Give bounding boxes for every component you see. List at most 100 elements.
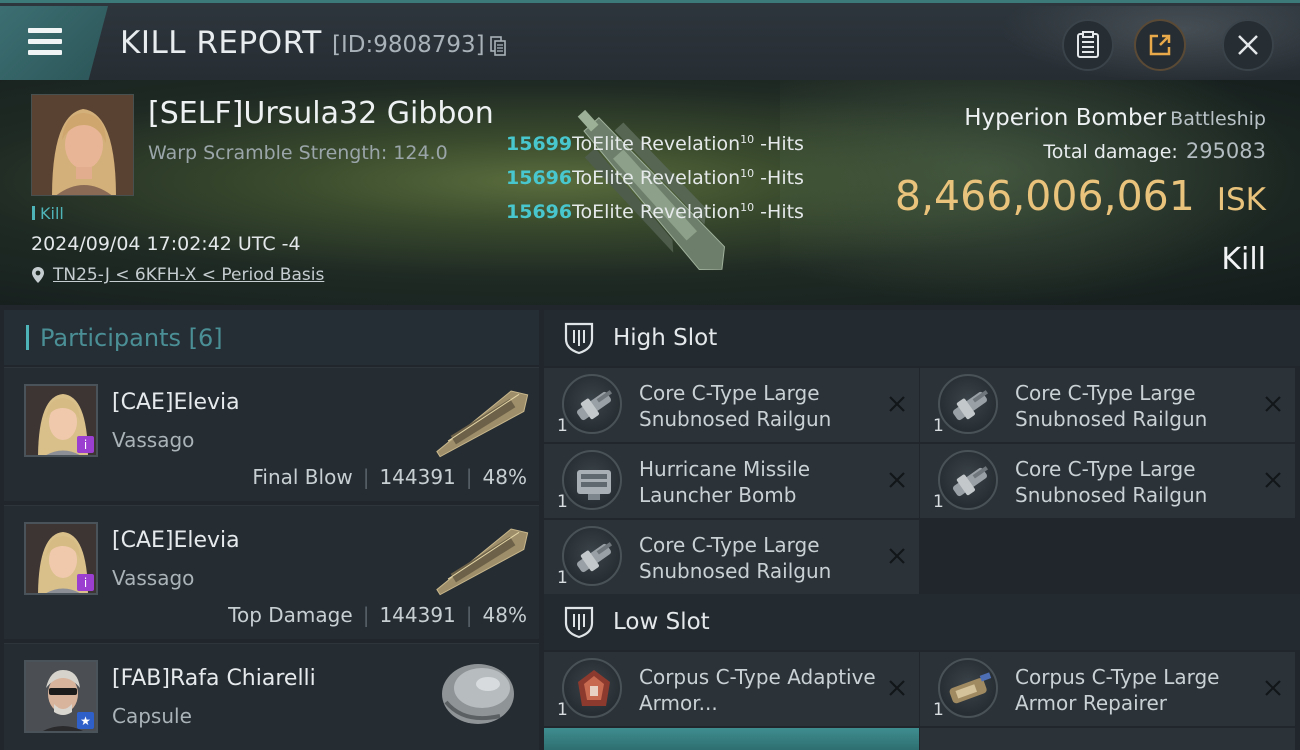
hit-row: 15699ToElite Revelation10 -Hits (506, 125, 804, 159)
hit-source: ToElite Revelation (572, 133, 741, 155)
timestamp: 2024/09/04 17:02:42 UTC -4 (31, 233, 301, 255)
star-badge-icon: ★ (77, 712, 94, 729)
close-button[interactable] (1222, 19, 1274, 71)
menu-icon-bar (28, 39, 62, 44)
participants-header: Participants [6] (4, 310, 539, 365)
copy-icon[interactable] (490, 36, 506, 56)
victim-portrait[interactable] (31, 94, 134, 196)
capsule-icon (442, 664, 514, 724)
isk-unit: ISK (1216, 182, 1266, 218)
top-bar: KILL REPORT [ID:9808793] (0, 0, 1300, 83)
missile-launcher-image (577, 470, 611, 500)
hit-level: 10 (740, 201, 755, 214)
shield-icon (564, 322, 594, 355)
participant-ship: Capsule (112, 704, 192, 728)
avatar[interactable]: i (24, 522, 98, 595)
destroyed-x-icon (889, 472, 905, 488)
module-quantity: 1 (933, 416, 944, 436)
hit-suffix: -Hits (754, 133, 804, 155)
hit-level: 10 (740, 167, 755, 180)
location-pin-icon (32, 267, 44, 283)
close-icon (1238, 35, 1258, 55)
hit-damage: 15699 (506, 133, 573, 155)
stats-divider: | (362, 603, 370, 627)
railgun-icon (938, 450, 998, 510)
module-item-partial[interactable] (544, 728, 919, 750)
stats-divider: | (362, 465, 370, 489)
destroyed-x-icon (889, 396, 905, 412)
module-item[interactable]: 1 Corpus C-Type Adaptive Armor... (544, 652, 919, 726)
module-item[interactable]: 1 Core C-Type Large Snubnosed Railgun (544, 368, 919, 442)
module-item-partial[interactable] (920, 728, 1295, 750)
low-slot-header: Low Slot (544, 594, 1300, 650)
railgun-image (952, 466, 989, 497)
participant-card[interactable]: ★ [FAB]Rafa Chiarelli Capsule (4, 643, 539, 750)
stats-divider: | (465, 603, 473, 627)
railgun-icon (938, 374, 998, 434)
module-name: Hurricane Missile Launcher Bomb (639, 457, 811, 507)
destroyed-x-icon (1265, 680, 1281, 696)
destroyed-x-icon (889, 680, 905, 696)
participant-name: [FAB]Rafa Chiarelli (112, 666, 316, 691)
corp-badge-icon: i (77, 574, 94, 591)
participant-role: Final Blow (252, 465, 353, 489)
hit-suffix: -Hits (754, 201, 804, 223)
top-hits-list: 15699ToElite Revelation10 -Hits 15696ToE… (506, 125, 804, 227)
ship-name: Hyperion Bomber (964, 105, 1167, 131)
hit-source: ToElite Revelation (572, 201, 741, 223)
module-item[interactable]: 1 Core C-Type Large Snubnosed Railgun (920, 444, 1295, 518)
location-text: TN25-J < 6KFH-X < Period Basis (53, 265, 325, 285)
module-name: Core C-Type Large Snubnosed Railgun (639, 533, 832, 583)
railgun-icon (562, 374, 622, 434)
armor-hardener-image (578, 670, 610, 706)
module-name: Corpus C-Type Large Armor Repairer (1015, 665, 1220, 715)
module-item[interactable]: 1 Core C-Type Large Snubnosed Railgun (920, 368, 1295, 442)
missile-launcher-icon (562, 450, 622, 510)
avatar[interactable]: i (24, 384, 98, 457)
share-button[interactable] (1134, 19, 1186, 71)
armor-hardener-icon (562, 658, 622, 718)
participant-stats: Top Damage | 144391 | 48% (228, 603, 527, 627)
armor-repairer-icon (938, 658, 998, 718)
railgun-image (576, 542, 613, 573)
clipboard-icon (1077, 31, 1099, 58)
low-slot-label: Low Slot (613, 609, 710, 635)
result-label: Kill (1221, 242, 1266, 277)
portrait-image (32, 95, 133, 195)
location-link[interactable]: TN25-J < 6KFH-X < Period Basis (31, 265, 324, 285)
destroyed-x-icon (1265, 472, 1281, 488)
participants-label: Participants (40, 324, 181, 352)
tag-bar (32, 206, 35, 220)
module-item[interactable]: 1 Core C-Type Large Snubnosed Railgun (544, 520, 919, 594)
avatar[interactable]: ★ (24, 660, 98, 733)
participant-role: Top Damage (228, 603, 353, 627)
module-quantity: 1 (557, 700, 568, 720)
total-damage-value: 295083 (1185, 139, 1266, 163)
participant-card[interactable]: i [CAE]Elevia Vassago Final Blow | 14439… (4, 367, 539, 501)
module-quantity: 1 (557, 568, 568, 588)
participant-percent: 48% (482, 603, 527, 627)
module-name: Core C-Type Large Snubnosed Railgun (1015, 381, 1208, 431)
module-item[interactable]: 1 Hurricane Missile Launcher Bomb (544, 444, 919, 518)
victim-name: [SELF]Ursula32 Gibbon (148, 96, 494, 131)
hit-suffix: -Hits (754, 167, 804, 189)
participants-title: Participants [6] (40, 324, 223, 352)
module-item[interactable]: 1 Corpus C-Type Large Armor Repairer (920, 652, 1295, 726)
report-id: [ID:9808793] (332, 32, 485, 58)
menu-button[interactable] (0, 6, 108, 80)
total-damage: Total damage: 295083 (1043, 139, 1266, 163)
participant-card[interactable]: i [CAE]Elevia Vassago Top Damage | 14439… (4, 505, 539, 639)
destroyed-x-icon (1265, 396, 1281, 412)
total-damage-label: Total damage: (1043, 141, 1178, 163)
railgun-image (952, 390, 989, 421)
victim-ship: Hyperion Bomber Battleship (964, 105, 1266, 131)
vassago-ship-icon (436, 528, 529, 596)
shield-icon (564, 606, 594, 639)
module-quantity: 1 (557, 416, 568, 436)
high-slot-label: High Slot (613, 325, 718, 351)
participant-ship: Vassago (112, 566, 195, 590)
destroyed-x-icon (889, 548, 905, 564)
railgun-icon (562, 526, 622, 586)
clipboard-button[interactable] (1062, 19, 1114, 71)
participants-count: [6] (188, 324, 223, 352)
